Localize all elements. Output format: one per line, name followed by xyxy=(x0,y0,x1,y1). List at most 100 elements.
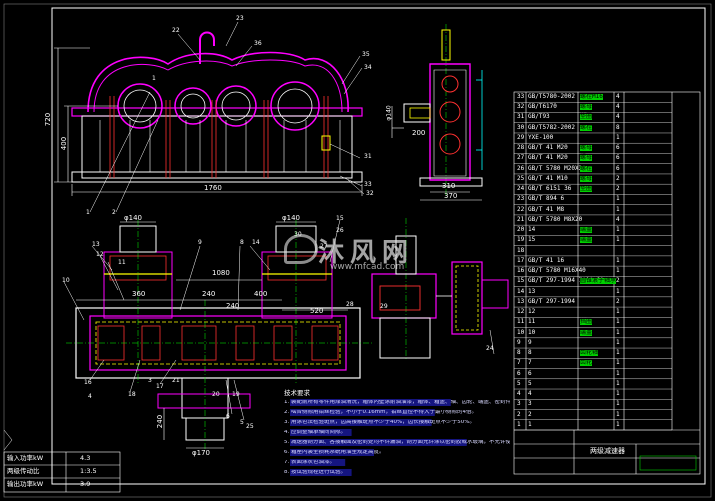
bom-row-code: 9 xyxy=(528,338,532,346)
bom-row-code: GB/T 41 M20 xyxy=(528,144,568,152)
bom-row-code: 4 xyxy=(528,390,532,398)
bom-row-code: GB/T 41 16 xyxy=(528,256,565,264)
bom-row-index: 3 xyxy=(517,400,521,408)
plan-part-label: 19 xyxy=(232,391,240,398)
bom-row-index: 15 xyxy=(517,277,525,285)
bom-row-index: 26 xyxy=(517,164,525,172)
bom-row-qty: 1 xyxy=(616,379,620,387)
bom-row-name: 齿轮 xyxy=(580,359,593,367)
bom-row-qty: 1 xyxy=(616,420,620,428)
label-36: 36 xyxy=(254,40,262,47)
dim-width: 1760 xyxy=(204,184,222,192)
dim-shaft: 200 xyxy=(412,129,426,137)
bom-row-name: 垫圈 xyxy=(580,113,593,121)
bom-row-name: 螺栓M16 xyxy=(580,93,603,100)
bom-row-qty: 2 xyxy=(616,174,620,182)
bom-row-qty: 1 xyxy=(616,390,620,398)
bom-row-name: 螺母 xyxy=(580,144,593,152)
note-line: 8. 按试验规程进行试验。 xyxy=(284,470,346,475)
bom-row-lines xyxy=(514,102,672,431)
note-line: 2. 啮合侧隙用铅丝检验，不小于0.16mm，铅丝直径不得大于最小侧隙的4倍。 xyxy=(284,410,477,415)
bom-row-code: 6 xyxy=(528,369,532,377)
bom-row-index: 10 xyxy=(517,328,525,336)
plan-part-label: 6 xyxy=(226,413,230,420)
note-line: 4. 应调整轴承轴向间隙。 xyxy=(284,430,346,435)
param-label: 输出功率kW xyxy=(7,480,44,488)
bom-row-code: 15 xyxy=(528,236,536,244)
bom-row-qty: 6 xyxy=(616,164,620,172)
bom-row-name: 圆锥滚子轴承 xyxy=(580,277,617,285)
dim-d: 520 xyxy=(310,307,324,315)
bom-row-index: 33 xyxy=(517,93,525,100)
plan-part-label: 12 xyxy=(96,251,104,258)
param-value: 3.9 xyxy=(80,480,91,488)
dim-e: 240 xyxy=(156,414,165,429)
bom-row-index: 11 xyxy=(517,318,525,326)
bom-row-code: GB/T 6151 36 xyxy=(528,185,572,193)
bom-row-index: 24 xyxy=(517,185,525,193)
label-32: 32 xyxy=(366,190,374,197)
bom-row-qty: 1 xyxy=(616,195,620,203)
bom-row-index: 16 xyxy=(517,267,525,275)
bom-row-qty: 1 xyxy=(616,410,620,418)
plan-part-label: 3 xyxy=(148,377,152,384)
bom-row-code: GB/T 5780 M8X20 xyxy=(528,215,583,223)
bom-row-qty: 8 xyxy=(616,123,620,131)
bom-row-index: 21 xyxy=(517,215,525,223)
side-diameter: φ140 xyxy=(385,105,393,121)
plan-part-label: 10 xyxy=(62,277,70,284)
bom-row-index: 18 xyxy=(517,246,525,254)
plan-part-label: 13 xyxy=(92,241,100,248)
bom-row-code: GB/T5780-2002 xyxy=(528,93,575,100)
bom-row-qty: 4 xyxy=(616,93,620,100)
param-value: 4.3 xyxy=(80,454,91,462)
bom-row-name: 垫圈 xyxy=(580,185,593,193)
bom-row-index: 28 xyxy=(517,144,525,152)
bom-row-code: 13 xyxy=(528,287,536,295)
bom-row-qty: 2 xyxy=(616,185,620,193)
plan-part-label: 25 xyxy=(246,423,254,430)
bom-row-name: 螺栓 xyxy=(580,164,593,172)
bom-row-qty: 4 xyxy=(616,113,620,121)
bom-row-name: 螺栓 xyxy=(580,123,593,131)
bom-row-index: 31 xyxy=(517,113,525,121)
dim-plan-240: 240 xyxy=(226,302,240,310)
param-label: 两级传动比 xyxy=(7,467,40,475)
bom-row-index: 4 xyxy=(517,390,521,398)
bom-row-qty: 1 xyxy=(616,359,620,367)
bom-row-name: 挡圈 xyxy=(580,318,593,326)
bom-row-qty: 4 xyxy=(616,103,620,111)
bom-row-index: 30 xyxy=(517,123,525,131)
side-view xyxy=(391,24,483,201)
plan-part-label: 17 xyxy=(156,383,164,390)
plan-part-label: 29 xyxy=(380,303,388,310)
bom-row-code: GB/T93 xyxy=(528,113,550,121)
bom-row-index: 14 xyxy=(517,287,525,295)
label-22: 22 xyxy=(172,27,180,34)
bom-row-qty: 1 xyxy=(616,349,620,357)
label-33: 33 xyxy=(364,181,372,188)
watermark-url: www.mfcad.com xyxy=(330,262,405,272)
label-2-bottom: 2 xyxy=(112,209,116,216)
bom-row-index: 29 xyxy=(517,133,525,141)
bom-row-index: 27 xyxy=(517,154,525,162)
bom-row-qty: 1 xyxy=(616,133,620,141)
plan-part-label: 15 xyxy=(336,215,344,222)
dim-height-total: 720 xyxy=(44,112,53,127)
bom-row-qty: 4 xyxy=(616,215,620,223)
bom-row-code: 7 xyxy=(528,359,532,367)
bom-row-name: 螺母 xyxy=(580,103,593,111)
bom-row-qty: 1 xyxy=(616,400,620,408)
bom-row-index: 9 xyxy=(517,338,521,346)
bom-row-code: 3 xyxy=(528,400,532,408)
dim-bottom: φ170 xyxy=(192,449,210,457)
bom-row-code: 1 xyxy=(528,420,532,428)
bom-row-qty: 1 xyxy=(616,226,620,234)
bom-row-index: 7 xyxy=(517,359,521,367)
bom-row-name: 螺母 xyxy=(580,174,593,182)
dim-span: 1080 xyxy=(212,269,230,277)
bom-row-name: 螺母 xyxy=(580,154,593,162)
plan-part-label: 8 xyxy=(240,239,244,246)
bom-row-name: 齿轮轴 xyxy=(580,349,599,357)
label-23: 23 xyxy=(236,15,244,22)
